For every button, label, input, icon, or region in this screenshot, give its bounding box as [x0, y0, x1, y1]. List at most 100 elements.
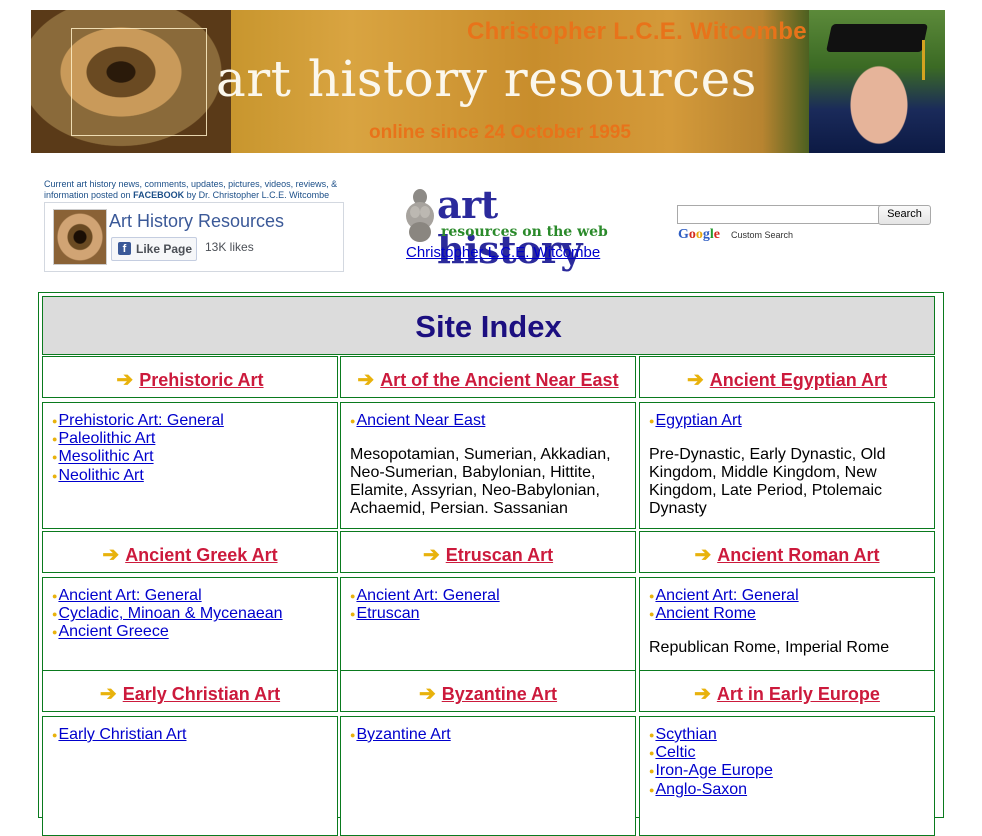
category-cell: ➔ Ancient Egyptian Art [639, 356, 935, 398]
banner-online-since: online since 24 October 1995 [369, 122, 631, 143]
category-link[interactable]: Art in Early Europe [717, 684, 880, 704]
bullet-icon: ● [649, 609, 655, 620]
bullet-icon: ● [52, 609, 58, 620]
category-links-cell: ●Byzantine Art [340, 716, 636, 836]
google-logo: Google [678, 227, 720, 242]
category-cell: ➔ Ancient Greek Art [42, 531, 338, 573]
resource-link[interactable]: Mesolithic Art [58, 449, 153, 466]
custom-search-label: Custom Search [731, 230, 794, 240]
list-item: ●Mesolithic Art [52, 448, 328, 466]
resource-link[interactable]: Early Christian Art [58, 726, 186, 743]
resource-link[interactable]: Ancient Art: General [356, 587, 499, 604]
category-cell: ➔ Art in Early Europe [639, 670, 935, 712]
list-item: ●Ancient Near East [350, 412, 626, 430]
bullet-icon: ● [350, 609, 356, 620]
author-photo [809, 10, 945, 153]
author-link[interactable]: Christopher L.C.E. Witcombe [406, 244, 600, 261]
bullet-icon: ● [52, 434, 58, 445]
list-item: ●Cycladic, Minoan & Mycenaean [52, 605, 328, 623]
list-item: ●Iron-Age Europe [649, 762, 925, 780]
category-links-cell: ●Prehistoric Art: General ●Paleolithic Ar… [42, 402, 338, 529]
resource-link[interactable]: Cycladic, Minoan & Mycenaean [58, 605, 282, 622]
site-index-table: Site Index ➔ Prehistoric Art ●Prehistoric … [38, 292, 944, 836]
venus-figurine-icon [406, 189, 434, 242]
search-input[interactable] [677, 205, 883, 224]
resource-link[interactable]: Etruscan [356, 605, 419, 622]
arrow-right-icon: ➔ [422, 544, 440, 566]
bullet-icon: ● [649, 730, 655, 740]
resource-link[interactable]: Celtic [655, 744, 695, 761]
arrow-right-icon: ➔ [686, 369, 704, 391]
like-label: Like Page [136, 242, 193, 256]
resource-link[interactable]: Prehistoric Art: General [58, 412, 223, 429]
arrow-right-icon: ➔ [357, 369, 375, 391]
resource-link[interactable]: Ancient Art: General [58, 587, 201, 604]
banner-author-name: Christopher L.C.E. Witcombe [467, 18, 807, 45]
arrow-right-icon: ➔ [116, 369, 134, 391]
resource-link[interactable]: Anglo-Saxon [655, 781, 747, 798]
category-cell: ➔ Byzantine Art [340, 670, 636, 712]
category-cell: ➔ Art of the Ancient Near East [340, 356, 636, 398]
category-link[interactable]: Etruscan Art [446, 545, 553, 565]
list-item: ●Ancient Art: General [649, 587, 925, 605]
category-description: Pre-Dynastic, Early Dynastic, Old Kingdo… [649, 446, 886, 518]
resource-link[interactable]: Paleolithic Art [58, 430, 155, 447]
resource-link[interactable]: Iron-Age Europe [655, 763, 772, 780]
arrow-right-icon: ➔ [102, 544, 120, 566]
list-item: ●Anglo-Saxon [649, 781, 925, 799]
bullet-icon: ● [350, 416, 356, 426]
category-link[interactable]: Prehistoric Art [139, 370, 263, 390]
bullet-icon: ● [649, 591, 655, 601]
bullet-icon: ● [649, 766, 655, 777]
bullet-icon: ● [52, 627, 58, 638]
category-links-cell: ●Egyptian Art Pre-Dynastic, Early Dynasti… [639, 402, 935, 529]
resource-link[interactable]: Egyptian Art [655, 412, 741, 429]
resource-link[interactable]: Neolithic Art [58, 467, 143, 484]
eye-frame [71, 28, 207, 136]
arrow-right-icon: ➔ [99, 683, 117, 705]
bullet-icon: ● [52, 591, 58, 601]
facebook-like-count: 13K likes [205, 240, 254, 254]
category-link[interactable]: Ancient Egyptian Art [710, 370, 887, 390]
facebook-page-thumbnail[interactable] [53, 209, 107, 265]
category-link[interactable]: Ancient Greek Art [125, 545, 277, 565]
list-item: ●Ancient Rome [649, 605, 925, 623]
category-links-cell: ●Ancient Near East Mesopotamian, Sumerian… [340, 402, 636, 529]
category-link[interactable]: Ancient Roman Art [717, 545, 879, 565]
bullet-icon: ● [649, 784, 655, 795]
list-item: ●Ancient Art: General [52, 587, 328, 605]
search-button[interactable]: Search [878, 205, 931, 225]
site-index-title: Site Index [415, 309, 562, 344]
tassel [922, 40, 925, 80]
graduation-cap-icon [826, 24, 928, 52]
logo-subtitle: resources on the web [441, 224, 608, 240]
category-description: Republican Rome, Imperial Rome [649, 639, 890, 657]
list-item: ●Egyptian Art [649, 412, 925, 430]
category-link[interactable]: Art of the Ancient Near East [380, 370, 618, 390]
category-cell: ➔ Etruscan Art [340, 531, 636, 573]
resource-link[interactable]: Ancient Near East [356, 412, 485, 429]
banner-title: art history resources [216, 50, 757, 108]
header-banner: Christopher L.C.E. Witcombe art history … [31, 10, 945, 153]
resource-link[interactable]: Byzantine Art [356, 726, 450, 743]
resource-link[interactable]: Scythian [655, 726, 716, 743]
category-description: Mesopotamian, Sumerian, Akkadian, Neo-Su… [350, 446, 611, 518]
category-link[interactable]: Byzantine Art [442, 684, 557, 704]
art-history-logo[interactable]: art history resources on the web [403, 182, 615, 272]
list-item: ●Paleolithic Art [52, 430, 328, 448]
facebook-like-button[interactable]: f Like Page [111, 237, 197, 261]
list-item: ●Ancient Greece [52, 623, 328, 641]
arrow-right-icon: ➔ [418, 683, 436, 705]
category-link[interactable]: Early Christian Art [123, 684, 280, 704]
resource-link[interactable]: Ancient Greece [58, 624, 168, 641]
list-item: ●Scythian [649, 726, 925, 744]
facebook-note-bold: FACEBOOK [133, 190, 185, 200]
facebook-page-name[interactable]: Art History Resources [109, 211, 284, 232]
resource-link[interactable]: Ancient Rome [655, 605, 756, 622]
bullet-icon: ● [52, 730, 58, 740]
resource-link[interactable]: Ancient Art: General [655, 587, 798, 604]
facebook-icon: f [118, 242, 131, 255]
bullet-icon: ● [52, 452, 58, 463]
category-links-cell: ●Scythian ●Celtic ●Iron-Age Europe ●Anglo-S… [639, 716, 935, 836]
list-item: ●Prehistoric Art: General [52, 412, 328, 430]
